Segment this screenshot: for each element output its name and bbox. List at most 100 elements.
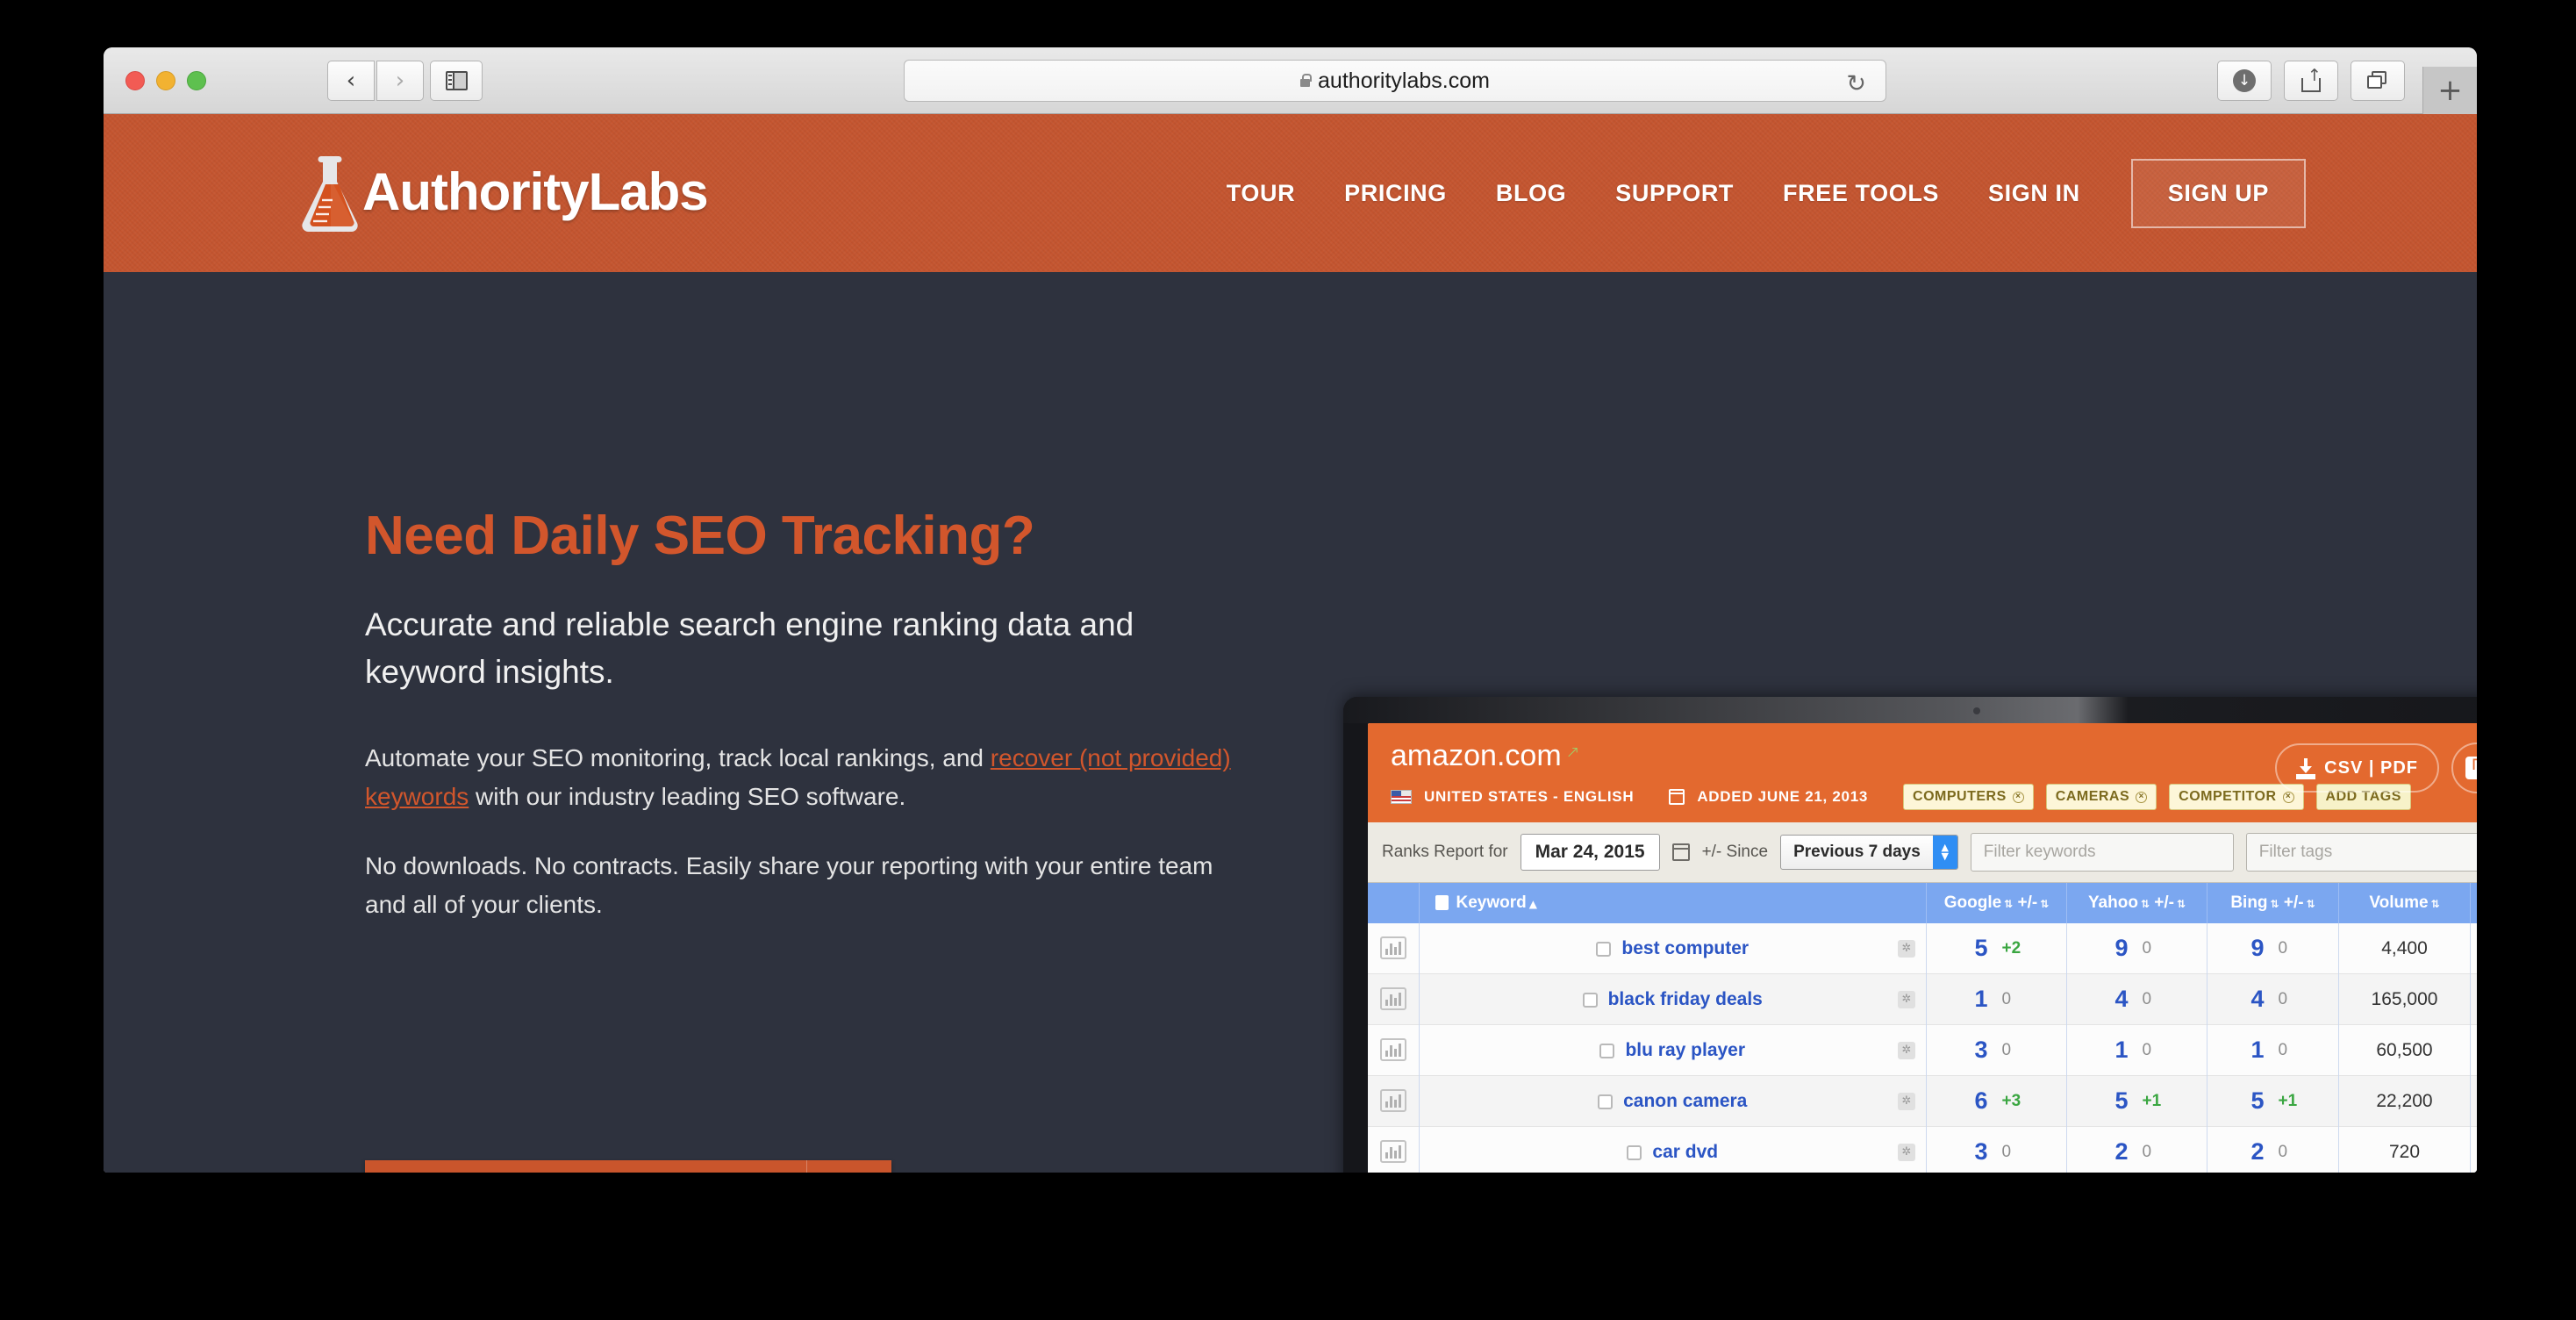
hero-copy: Need Daily SEO Tracking? Accurate and re… [365,507,1251,955]
since-select[interactable]: Previous 7 days ▲ ▼ [1780,835,1958,870]
table-row[interactable]: canon camera ✲ 6 +3 5 +1 5 +1 22,200 [1368,1075,2477,1127]
keyword-cell[interactable]: canon camera ✲ [1419,1075,1927,1127]
since-select-value: Previous 7 days [1793,843,1921,861]
start-tracking-button[interactable]: START TRACKING TODAY 30 day free trial. … [365,1160,891,1173]
nav-item-blog[interactable]: BLOG [1471,180,1591,207]
volume-cell: 165,000 [2338,973,2471,1025]
ranks-table-body: best computer✲5+290904,400</>black frida… [1368,923,2477,1173]
app-actions: CSV | PDF ✲ [2275,742,2477,793]
th-google[interactable]: Google ⇅ +/- ⇅ [1926,883,2067,923]
volume-value: 720 [2388,1141,2421,1162]
table-row[interactable]: car dvd✲302020720</> [1368,1126,2477,1173]
yahoo-rank: 4 [2114,986,2129,1012]
new-tab-button[interactable]: + [2422,67,2477,114]
app-share-button[interactable] [2451,742,2477,793]
nav-item-pricing[interactable]: PRICING [1320,180,1471,207]
show-tabs-button[interactable] [2351,61,2405,101]
nav-item-support[interactable]: SUPPORT [1591,180,1758,207]
keyword-cell[interactable]: car dvd ✲ [1419,1126,1927,1173]
row-checkbox[interactable] [1596,941,1612,957]
google-delta: +3 [2001,1091,2021,1110]
sidebar-toggle-button[interactable] [430,61,483,101]
tag-computers[interactable]: COMPUTERS × [1903,784,2034,810]
google-rank: 3 [1974,1138,1988,1165]
close-window-button[interactable] [125,71,145,90]
maximize-window-button[interactable] [187,71,206,90]
reload-icon[interactable]: ↻ [1846,70,1866,97]
nav-item-sign-in[interactable]: SIGN IN [1964,180,2105,207]
tag-cameras[interactable]: CAMERAS × [2045,784,2157,810]
keyword-cell[interactable]: blu ray player ✲ [1419,1024,1927,1076]
table-row[interactable]: best computer✲5+290904,400</> [1368,923,2477,974]
filter-tags-input[interactable]: Filter tags [2245,833,2477,872]
yahoo-cell: 40 [2066,973,2207,1025]
google-rank: 3 [1974,1037,1988,1063]
keyword-cell[interactable]: best computer ✲ [1419,923,1927,974]
yahoo-delta: 0 [2142,1040,2152,1059]
volume-cell: 60,500 [2338,1024,2471,1076]
row-checkbox[interactable] [1582,992,1598,1008]
row-chart-cell[interactable] [1368,1075,1420,1127]
row-chart-cell[interactable] [1368,973,1420,1025]
th-bing[interactable]: Bing ⇅ +/- ⇅ [2207,883,2339,923]
row-settings-icon[interactable]: ✲ [1898,1041,1915,1059]
nav-item-free-tools[interactable]: FREE TOOLS [1758,180,1964,207]
row-checkbox[interactable] [1627,1144,1642,1160]
row-checkbox[interactable] [1599,1043,1615,1058]
table-row[interactable]: black friday deals✲104040165,000</> [1368,973,2477,1025]
navigation-buttons: ‹ › [327,61,424,101]
logo-text: AuthorityLabs [362,161,709,221]
th-yahoo-delta: +/- [2154,893,2174,912]
remove-tag-icon[interactable]: × [2136,791,2148,803]
flask-icon [292,149,368,233]
row-checkbox[interactable] [1598,1094,1614,1109]
downloads-icon: ↓ [2233,69,2256,92]
report-date-input[interactable]: Mar 24, 2015 [1520,834,1660,871]
result-type-cell: </> [2470,923,2477,974]
tag-label: COMPUTERS [1913,789,2007,804]
sort-ascending-icon: ▲ [1528,898,1537,910]
table-row[interactable]: blu ray player✲30101060,500</> [1368,1024,2477,1076]
th-result-type[interactable]: Result Type [2470,883,2477,923]
row-settings-icon[interactable]: ✲ [1898,1092,1915,1110]
address-bar-content: authoritylabs.com [1300,68,1490,94]
bing-delta: 0 [2278,1040,2288,1059]
site-header: AuthorityLabs TOUR PRICING BLOG SUPPORT … [104,114,2477,272]
keyword-cell[interactable]: black friday deals ✲ [1419,973,1927,1025]
remove-tag-icon[interactable]: × [2012,791,2024,803]
minimize-window-button[interactable] [156,71,175,90]
row-settings-icon[interactable]: ✲ [1898,939,1915,958]
yahoo-rank: 1 [2114,1037,2129,1063]
th-bing-delta: +/- [2283,893,2304,912]
select-all-checkbox[interactable] [1435,895,1449,910]
share-button[interactable]: ↑ [2284,61,2338,101]
sign-up-button[interactable]: SIGN UP [2130,158,2306,228]
address-bar[interactable]: authoritylabs.com ↻ [904,60,1886,102]
filter-keywords-input[interactable]: Filter keywords [1970,833,2234,872]
main-navigation: TOUR PRICING BLOG SUPPORT FREE TOOLS SIG… [1202,114,2306,272]
site-logo[interactable]: AuthorityLabs [292,149,709,233]
forward-button[interactable]: › [376,61,424,101]
hero-subtitle: Accurate and reliable search engine rank… [365,606,1134,690]
sidebar-toggle-icon [445,71,468,90]
downloads-button[interactable]: ↓ [2217,61,2272,101]
report-controls: Ranks Report for Mar 24, 2015 +/- Since … [1368,822,2477,883]
th-keyword[interactable]: Keyword ▲ [1419,883,1927,923]
external-link-icon[interactable]: ↗ [1566,742,1580,762]
google-cell: 30 [1926,1024,2067,1076]
row-settings-icon[interactable]: ✲ [1898,1143,1915,1161]
row-chart-cell[interactable] [1368,1126,1420,1173]
app-header: amazon.com ↗ UNITED STATES - ENGLISH ADD… [1368,723,2477,822]
row-chart-cell[interactable] [1368,923,1420,974]
export-button[interactable]: CSV | PDF [2275,743,2439,793]
nav-item-tour[interactable]: TOUR [1202,180,1320,207]
app-screenshot: amazon.com ↗ UNITED STATES - ENGLISH ADD… [1368,723,2477,1173]
row-settings-icon[interactable]: ✲ [1898,990,1915,1008]
row-chart-cell[interactable] [1368,1024,1420,1076]
th-volume[interactable]: Volume ⇅ [2338,883,2471,923]
back-button[interactable]: ‹ [327,61,375,101]
calendar-picker-icon[interactable] [1671,843,1690,861]
bing-cell: 5 +1 [2207,1075,2339,1127]
calendar-icon [1669,789,1685,805]
th-yahoo[interactable]: Yahoo ⇅ +/- ⇅ [2066,883,2207,923]
